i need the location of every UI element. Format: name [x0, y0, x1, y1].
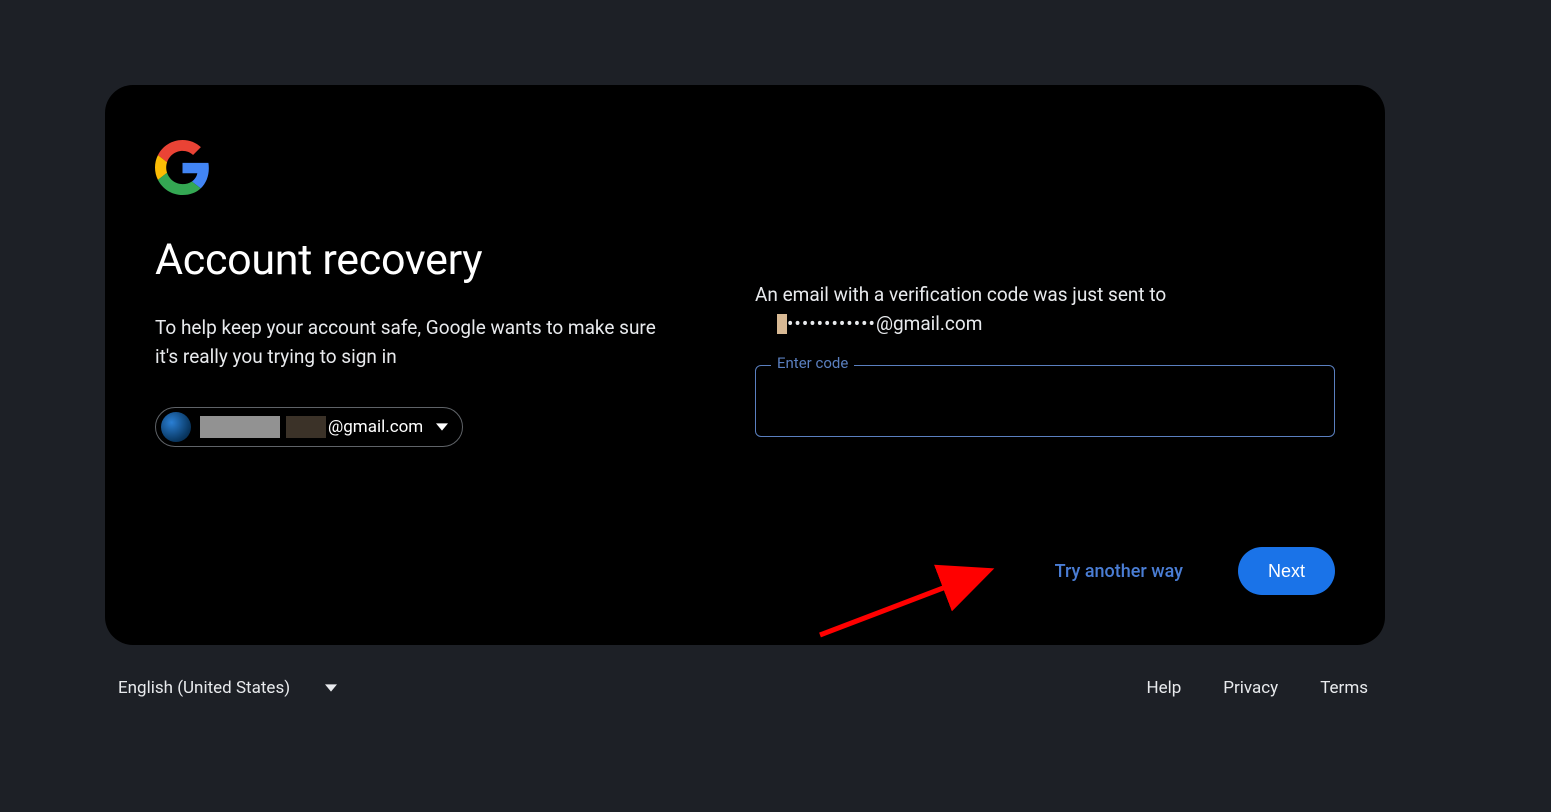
verification-instruction: An email with a verification code was ju…: [755, 280, 1335, 343]
privacy-link[interactable]: Privacy: [1223, 678, 1278, 698]
language-label: English (United States): [118, 678, 290, 698]
footer: English (United States) Help Privacy Ter…: [118, 678, 1368, 698]
action-row: Try another way Next: [1055, 547, 1335, 595]
help-link[interactable]: Help: [1146, 678, 1181, 698]
redacted-block: [777, 314, 787, 334]
footer-links: Help Privacy Terms: [1146, 678, 1368, 698]
language-selector[interactable]: English (United States): [118, 678, 337, 698]
redacted-block: [200, 416, 280, 438]
redacted-block: [286, 416, 326, 438]
code-field-wrapper: Enter code: [755, 365, 1335, 437]
chevron-down-icon: [436, 421, 448, 433]
email-domain: @gmail.com: [328, 417, 423, 437]
right-column: An email with a verification code was ju…: [755, 140, 1335, 595]
google-logo-icon: [155, 140, 210, 195]
avatar-icon: [161, 412, 191, 442]
masked-domain: @gmail.com: [876, 309, 982, 338]
page-title: Account recovery: [155, 235, 755, 285]
chevron-down-icon: [325, 684, 337, 692]
instruction-text: An email with a verification code was ju…: [755, 283, 1166, 306]
page-subtitle: To help keep your account safe, Google w…: [155, 313, 675, 372]
next-button[interactable]: Next: [1238, 547, 1335, 595]
account-email: @gmail.com: [200, 416, 423, 438]
left-column: Account recovery To help keep your accou…: [155, 140, 755, 595]
code-field-label: Enter code: [771, 354, 854, 372]
try-another-way-link[interactable]: Try another way: [1055, 561, 1183, 582]
code-input[interactable]: [755, 365, 1335, 437]
masked-email: ••••••••••••@gmail.com: [777, 309, 982, 338]
account-selector-chip[interactable]: @gmail.com: [155, 407, 463, 447]
recovery-card: Account recovery To help keep your accou…: [105, 85, 1385, 645]
masked-dots: ••••••••••••: [787, 309, 876, 338]
terms-link[interactable]: Terms: [1320, 678, 1368, 698]
